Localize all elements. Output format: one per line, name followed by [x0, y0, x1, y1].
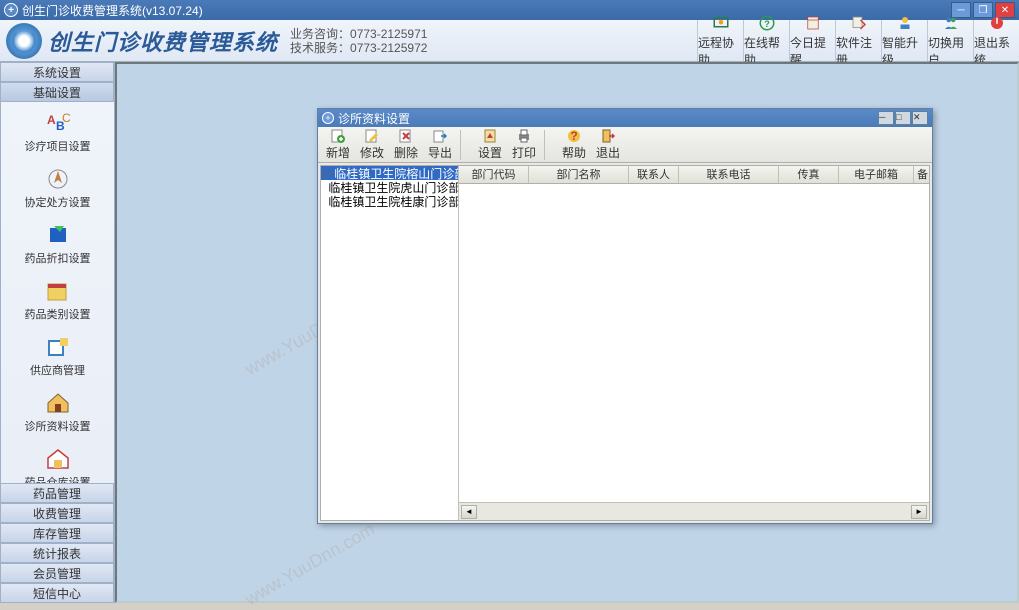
app-name: 创生门诊收费管理系统 [48, 25, 278, 57]
dialog-titlebar: 诊所资料设置 ─ □ ✕ [318, 109, 932, 127]
sidebar-item-warehouse[interactable]: 药品仓库设置 [1, 442, 114, 483]
dialog-minimize[interactable]: ─ [878, 111, 894, 125]
exit-icon [987, 14, 1007, 32]
sidebar-item-treatment[interactable]: ABC诊疗项目设置 [1, 106, 114, 162]
tool-switch-user[interactable]: 切换用户 [927, 20, 973, 61]
help-icon-2: ? [566, 128, 582, 144]
export-icon [432, 128, 448, 144]
sidebar-item-discount[interactable]: 药品折扣设置 [1, 218, 114, 274]
tree-item[interactable]: 临桂镇卫生院桂康门诊部 [321, 194, 458, 208]
remote-icon [711, 14, 731, 32]
toolbar-separator-2 [544, 130, 554, 160]
window-title: 创生门诊收费管理系统(v13.07.24) [22, 2, 203, 19]
tb-export[interactable]: 导出 [424, 128, 456, 162]
supplier-icon [42, 334, 74, 360]
abc-icon: ABC [42, 110, 74, 136]
tool-upgrade[interactable]: 智能升级 [881, 20, 927, 61]
tool-exit[interactable]: 退出系统 [973, 20, 1019, 61]
dialog-content: ▷临桂镇卫生院榕山门诊部 临桂镇卫生院虎山门诊部 临桂镇卫生院桂康门诊部 部门代… [320, 165, 930, 521]
discount-icon [42, 222, 74, 248]
upgrade-icon [895, 14, 915, 32]
main-area: www.YuuDnn.com www.YuuDnn.com www.YuuDnn… [115, 62, 1019, 603]
dialog-toolbar: 新增 修改 删除 导出 设置 打印 ?帮助 退出 [318, 127, 932, 163]
switch-user-icon [941, 14, 961, 32]
exit-icon-2 [600, 128, 616, 144]
dialog-maximize[interactable]: □ [895, 111, 911, 125]
scroll-left-button[interactable]: ◄ [461, 505, 477, 519]
scroll-track[interactable] [477, 505, 911, 519]
clinic-icon [42, 390, 74, 416]
remind-icon [803, 14, 823, 32]
tb-help[interactable]: ?帮助 [558, 128, 590, 162]
scroll-right-button[interactable]: ► [911, 505, 927, 519]
settings-icon [482, 128, 498, 144]
tool-online-help[interactable]: ?在线帮助 [743, 20, 789, 61]
tb-settings[interactable]: 设置 [474, 128, 506, 162]
sidebar-header-drug[interactable]: 药品管理 [0, 483, 114, 503]
sidebar: 系统设置 基础设置 ABC诊疗项目设置 协定处方设置 药品折扣设置 药品类别设置… [0, 62, 115, 603]
svg-text:C: C [62, 111, 71, 125]
svg-text:A: A [47, 113, 56, 127]
tool-remote-assist[interactable]: 远程协助 [697, 20, 743, 61]
add-icon [330, 128, 346, 144]
col-phone[interactable]: 联系电话 [679, 166, 779, 183]
warehouse-icon [42, 446, 74, 472]
logo-icon [6, 23, 42, 59]
tb-edit[interactable]: 修改 [356, 128, 388, 162]
grid-header: 部门代码 部门名称 联系人 联系电话 传真 电子邮箱 备 [459, 166, 929, 184]
sidebar-header-report[interactable]: 统计报表 [0, 543, 114, 563]
toolbar-separator [460, 130, 470, 160]
col-email[interactable]: 电子邮箱 [839, 166, 914, 183]
grid-hscroll[interactable]: ◄ ► [459, 502, 929, 520]
sidebar-header-basic[interactable]: 基础设置 [0, 82, 114, 102]
svg-text:?: ? [570, 129, 577, 143]
sidebar-header-system[interactable]: 系统设置 [0, 62, 114, 82]
col-contact[interactable]: 联系人 [629, 166, 679, 183]
edit-icon [364, 128, 380, 144]
dialog-title-text: 诊所资料设置 [338, 110, 410, 127]
top-tools: 远程协助 ?在线帮助 今日提醒 软件注册 智能升级 切换用户 退出系统 [697, 20, 1019, 61]
sidebar-items: ABC诊疗项目设置 协定处方设置 药品折扣设置 药品类别设置 供应商管理 诊所资… [0, 102, 114, 483]
sidebar-item-clinic[interactable]: 诊所资料设置 [1, 386, 114, 442]
register-icon [849, 14, 869, 32]
sidebar-item-prescription[interactable]: 协定处方设置 [1, 162, 114, 218]
col-remark[interactable]: 备 [914, 166, 929, 183]
dialog-close[interactable]: ✕ [912, 111, 928, 125]
app-header: 创生门诊收费管理系统 业务咨询：0773-2125971 技术服务：0773-2… [0, 20, 1019, 62]
delete-icon [398, 128, 414, 144]
clinic-dialog: 诊所资料设置 ─ □ ✕ 新增 修改 删除 导出 设置 打印 ?帮助 退出 [317, 108, 933, 524]
sidebar-header-charge[interactable]: 收费管理 [0, 503, 114, 523]
sidebar-item-category[interactable]: 药品类别设置 [1, 274, 114, 330]
tool-today-remind[interactable]: 今日提醒 [789, 20, 835, 61]
help-icon: ? [757, 14, 777, 32]
dialog-icon [322, 112, 334, 124]
compass-icon [42, 166, 74, 192]
watermark-3: www.YuuDnn.com [242, 519, 379, 610]
contact-line1: 业务咨询：0773-2125971 [290, 27, 427, 41]
app-icon [4, 3, 18, 17]
contact-info: 业务咨询：0773-2125971 技术服务：0773-2125972 [290, 27, 427, 55]
sidebar-header-member[interactable]: 会员管理 [0, 563, 114, 583]
tb-add[interactable]: 新增 [322, 128, 354, 162]
tb-delete[interactable]: 删除 [390, 128, 422, 162]
tb-print[interactable]: 打印 [508, 128, 540, 162]
col-fax[interactable]: 传真 [779, 166, 839, 183]
sidebar-header-stock[interactable]: 库存管理 [0, 523, 114, 543]
grid-body[interactable] [459, 184, 929, 502]
contact-line2: 技术服务：0773-2125972 [290, 41, 427, 55]
sidebar-item-supplier[interactable]: 供应商管理 [1, 330, 114, 386]
tool-register[interactable]: 软件注册 [835, 20, 881, 61]
category-icon [42, 278, 74, 304]
svg-text:?: ? [764, 18, 770, 28]
print-icon [516, 128, 532, 144]
col-dept-name[interactable]: 部门名称 [529, 166, 629, 183]
workspace: 系统设置 基础设置 ABC诊疗项目设置 协定处方设置 药品折扣设置 药品类别设置… [0, 62, 1019, 603]
clinic-tree[interactable]: ▷临桂镇卫生院榕山门诊部 临桂镇卫生院虎山门诊部 临桂镇卫生院桂康门诊部 [321, 166, 459, 520]
col-dept-code[interactable]: 部门代码 [459, 166, 529, 183]
sidebar-header-sms[interactable]: 短信中心 [0, 583, 114, 603]
grid-area: 部门代码 部门名称 联系人 联系电话 传真 电子邮箱 备 ◄ ► [459, 166, 929, 520]
tb-exit[interactable]: 退出 [592, 128, 624, 162]
logo-area: 创生门诊收费管理系统 业务咨询：0773-2125971 技术服务：0773-2… [0, 23, 433, 59]
